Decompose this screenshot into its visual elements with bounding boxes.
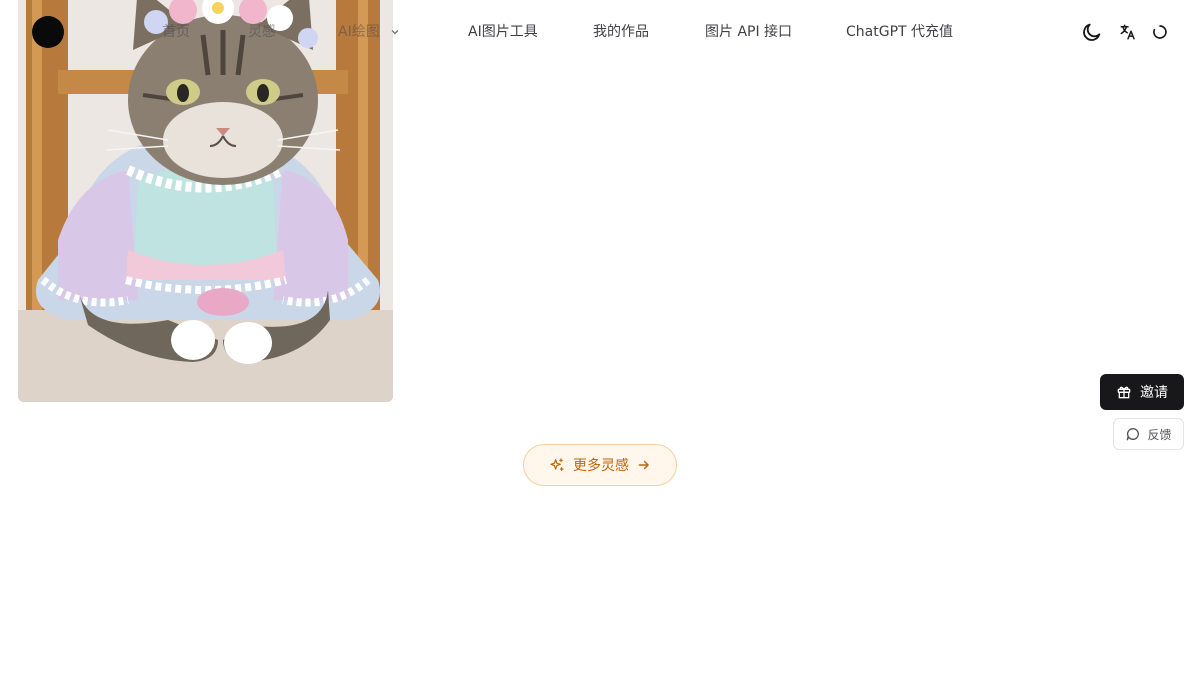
feedback-label: 反馈 xyxy=(1147,427,1172,442)
nav-item-home[interactable]: 首页 xyxy=(162,22,190,42)
nav-item-ai-image-tools[interactable]: AI图片工具 xyxy=(468,22,538,42)
top-nav-bar: 首页 灵感 AI绘图 AI图片工具 我的作品 图片 API 接口 ChatGPT… xyxy=(0,0,1200,64)
arrow-right-icon xyxy=(638,460,649,470)
chat-bubble-icon xyxy=(1127,427,1140,441)
feedback-button[interactable]: 反馈 xyxy=(1113,418,1184,450)
more-inspiration-label: 更多灵感 xyxy=(573,458,629,474)
loading-spinner-icon xyxy=(1148,20,1172,44)
gift-icon xyxy=(1117,386,1131,399)
nav-item-ai-drawing[interactable]: AI绘图 xyxy=(338,22,400,42)
nav-item-ai-drawing-label: AI绘图 xyxy=(338,24,380,40)
translate-icon[interactable] xyxy=(1116,20,1140,44)
nav-item-image-api[interactable]: 图片 API 接口 xyxy=(705,22,792,42)
site-logo[interactable] xyxy=(32,16,64,48)
more-inspiration-button[interactable]: 更多灵感 xyxy=(523,444,677,486)
nav-item-inspiration[interactable]: 灵感 xyxy=(248,22,276,42)
invite-button[interactable]: 邀请 xyxy=(1100,374,1184,410)
sparkles-icon xyxy=(550,458,564,471)
moon-icon[interactable] xyxy=(1080,20,1104,44)
invite-label: 邀请 xyxy=(1140,385,1168,401)
chevron-down-icon xyxy=(391,30,399,35)
nav-item-my-works[interactable]: 我的作品 xyxy=(593,22,649,42)
nav-item-chatgpt-recharge[interactable]: ChatGPT 代充值 xyxy=(846,22,953,42)
